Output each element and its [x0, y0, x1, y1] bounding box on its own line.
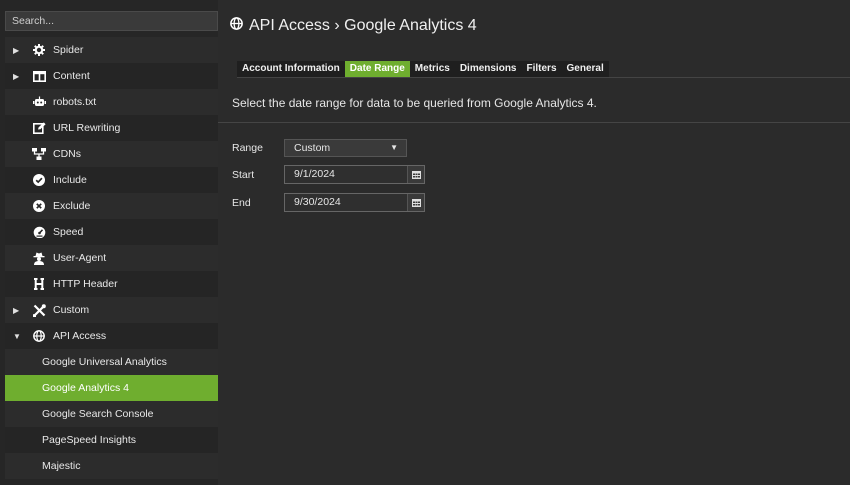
tab-date-range[interactable]: Date Range	[344, 61, 410, 77]
collapse-arrow-icon[interactable]: ▼	[13, 332, 21, 341]
sidebar-item-label: Google Analytics 4	[42, 382, 129, 394]
range-select[interactable]: Custom ▼	[284, 139, 407, 157]
sidebar-item-user-agent[interactable]: User-Agent	[5, 245, 218, 271]
speedometer-icon	[32, 225, 46, 239]
tab-metrics[interactable]: Metrics	[409, 61, 455, 77]
header-icon	[32, 277, 46, 291]
sidebar-item-label: HTTP Header	[53, 278, 118, 290]
expand-arrow-icon[interactable]: ▶	[13, 306, 21, 315]
sidebar-item-majestic[interactable]: Majestic	[5, 453, 218, 479]
sidebar-item-label: CDNs	[53, 148, 81, 160]
chevron-down-icon: ▼	[390, 143, 398, 152]
sidebar-item-label: Speed	[53, 226, 84, 238]
sidebar-item-label: Spider	[53, 44, 84, 56]
sidebar-item-label: Include	[53, 174, 87, 186]
expand-arrow-icon[interactable]: ▶	[13, 46, 21, 55]
sidebar-item-google-universal-analytics[interactable]: Google Universal Analytics	[5, 349, 218, 375]
sidebar-item-label: Majestic	[42, 460, 81, 472]
tab-dimensions[interactable]: Dimensions	[454, 61, 522, 77]
end-row: End 9/30/2024	[232, 193, 425, 212]
globe-icon	[230, 17, 243, 35]
sidebar-item-label: URL Rewriting	[53, 122, 121, 134]
sidebar-item-label: Content	[53, 70, 90, 82]
sidebar-item-label: Custom	[53, 304, 90, 316]
main-panel: API Access › Google Analytics 4 Account …	[218, 0, 850, 485]
range-select-value: Custom	[294, 142, 331, 154]
sidebar-item-label: User-Agent	[53, 252, 107, 264]
sidebar-item-label: Google Search Console	[42, 408, 154, 420]
sidebar: Search... ▶ Spider ▶ Content robots.txt	[0, 0, 218, 485]
sidebar-item-http-header[interactable]: HTTP Header	[5, 271, 218, 297]
start-date-value: 9/1/2024	[294, 168, 335, 180]
edit-icon	[32, 121, 46, 135]
calendar-icon[interactable]	[407, 166, 424, 183]
end-label: End	[232, 196, 251, 209]
sidebar-item-include[interactable]: Include	[5, 167, 218, 193]
tab-filters[interactable]: Filters	[521, 61, 562, 77]
divider	[218, 122, 850, 123]
sidebar-item-url-rewriting[interactable]: URL Rewriting	[5, 115, 218, 141]
columns-icon	[32, 69, 46, 83]
sidebar-item-content[interactable]: ▶ Content	[5, 63, 218, 89]
globe-icon	[32, 329, 46, 343]
sidebar-item-speed[interactable]: Speed	[5, 219, 218, 245]
search-input[interactable]: Search...	[5, 11, 218, 31]
sidebar-item-label: PageSpeed Insights	[42, 434, 136, 446]
start-row: Start 9/1/2024	[232, 165, 425, 184]
sidebar-item-spider[interactable]: ▶ Spider	[5, 37, 218, 63]
sidebar-item-robots[interactable]: robots.txt	[5, 89, 218, 115]
page-title: API Access › Google Analytics 4	[230, 17, 477, 35]
sidebar-item-pagespeed-insights[interactable]: PageSpeed Insights	[5, 427, 218, 453]
sidebar-item-label: API Access	[53, 330, 107, 342]
start-date-field[interactable]: 9/1/2024	[284, 165, 425, 184]
user-secret-icon	[32, 251, 46, 265]
calendar-icon[interactable]	[407, 194, 424, 211]
end-date-value: 9/30/2024	[294, 196, 341, 208]
page-title-text: API Access › Google Analytics 4	[249, 17, 477, 34]
sidebar-item-label: robots.txt	[53, 96, 97, 108]
network-icon	[32, 147, 46, 161]
sidebar-item-label: Google Universal Analytics	[42, 356, 167, 368]
end-date-field[interactable]: 9/30/2024	[284, 193, 425, 212]
expand-arrow-icon[interactable]: ▶	[13, 72, 21, 81]
start-label: Start	[232, 168, 255, 181]
check-circle-icon	[32, 173, 46, 187]
date-range-description: Select the date range for data to be que…	[232, 96, 597, 110]
robot-icon	[32, 95, 46, 109]
tab-account-information[interactable]: Account Information	[237, 61, 345, 77]
sidebar-item-google-search-console[interactable]: Google Search Console	[5, 401, 218, 427]
sidebar-nav: ▶ Spider ▶ Content robots.txt URL Rewrit…	[5, 37, 218, 479]
sidebar-item-custom[interactable]: ▶ Custom	[5, 297, 218, 323]
tools-icon	[32, 303, 46, 317]
sidebar-item-google-analytics-4[interactable]: Google Analytics 4	[5, 375, 218, 401]
sidebar-item-exclude[interactable]: Exclude	[5, 193, 218, 219]
range-label: Range	[232, 142, 263, 154]
x-circle-icon	[32, 199, 46, 213]
sidebar-item-label: Exclude	[53, 200, 91, 212]
sidebar-item-api-access[interactable]: ▼ API Access	[5, 323, 218, 349]
gear-icon	[32, 43, 46, 57]
tab-general[interactable]: General	[561, 61, 609, 77]
range-row: Range Custom ▼	[232, 139, 407, 157]
sidebar-item-cdns[interactable]: CDNs	[5, 141, 218, 167]
tab-bar: Account Information Date Range Metrics D…	[237, 61, 850, 78]
